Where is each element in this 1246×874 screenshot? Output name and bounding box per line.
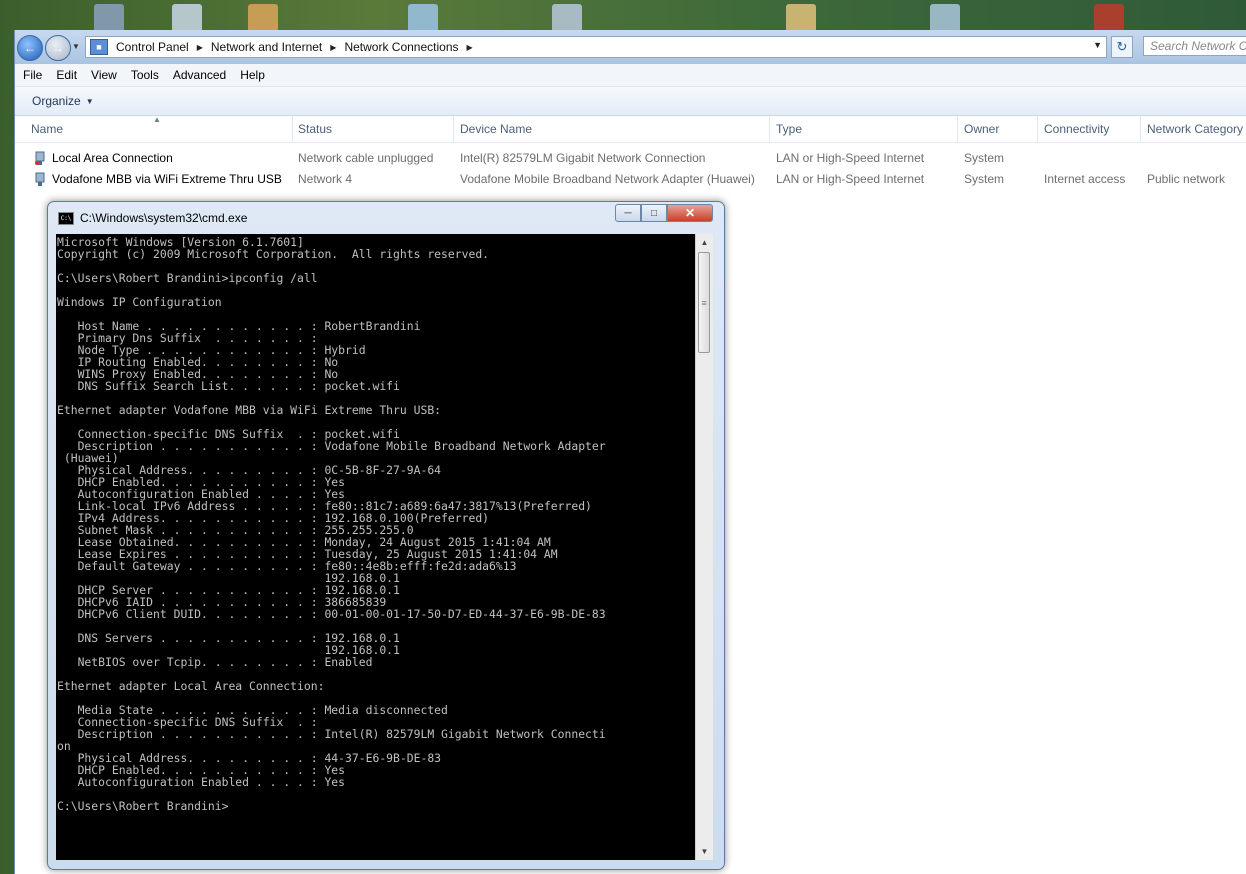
menu-tools[interactable]: Tools <box>131 68 159 82</box>
menu-edit[interactable]: Edit <box>56 68 77 82</box>
column-label: Type <box>776 122 803 136</box>
close-icon: ✕ <box>684 206 696 220</box>
command-bar: Organize ▼ <box>15 87 1246 116</box>
connection-device: Vodafone Mobile Broadband Network Adapte… <box>460 172 755 186</box>
chevron-down-icon: ▼ <box>85 96 94 106</box>
column-label: Owner <box>964 122 1000 136</box>
connection-name: Local Area Connection <box>52 151 173 165</box>
column-label: Connectivity <box>1044 122 1110 136</box>
column-label: Network Category <box>1147 122 1244 136</box>
maximize-icon: □ <box>650 207 658 219</box>
wired-network-icon <box>35 172 45 186</box>
address-toolbar: ← → ▼ ■ Control Panel ▶ Network and Inter… <box>15 30 1246 64</box>
chevron-right-icon[interactable]: ▶ <box>467 43 473 52</box>
breadcrumb-network-and-internet[interactable]: Network and Internet ▶ <box>211 40 337 54</box>
menu-bar: File Edit View Tools Advanced Help <box>15 64 1246 87</box>
address-dropdown-icon[interactable]: ▼ <box>1093 40 1102 50</box>
desktop-icon[interactable] <box>786 4 816 32</box>
back-button[interactable]: ← <box>17 35 43 61</box>
cmd-window: C:\ C:\Windows\system32\cmd.exe ─ □ ✕ Mi… <box>47 201 725 870</box>
cmd-window-title: C:\Windows\system32\cmd.exe <box>80 211 248 225</box>
vertical-scrollbar[interactable]: ▲ ≡ ▼ <box>695 234 713 860</box>
connection-type: LAN or High-Speed Internet <box>776 172 925 186</box>
close-button[interactable]: ✕ <box>667 204 713 222</box>
cmd-icon: C:\ <box>58 211 74 225</box>
desktop-icon[interactable] <box>94 4 124 32</box>
chevron-right-icon[interactable]: ▶ <box>197 43 203 52</box>
connection-connectivity: Internet access <box>1044 172 1126 186</box>
column-label: Name <box>31 122 64 136</box>
breadcrumb-label: Network Connections <box>344 40 459 54</box>
column-header-type[interactable]: Type <box>770 116 958 142</box>
column-header-status[interactable]: Status <box>292 116 454 142</box>
control-panel-icon: ■ <box>90 39 108 55</box>
connection-row[interactable]: Vodafone MBB via WiFi Extreme Thru USB N… <box>15 169 1246 190</box>
organize-button[interactable]: Organize <box>32 94 81 108</box>
scroll-thumb[interactable]: ≡ <box>698 252 710 353</box>
connection-type: LAN or High-Speed Internet <box>776 151 925 165</box>
console-text: Microsoft Windows [Version 6.1.7601] Cop… <box>57 235 606 813</box>
connection-status: Network cable unplugged <box>298 151 434 165</box>
menu-file[interactable]: File <box>23 68 42 82</box>
connection-row[interactable]: Local Area Connection Network cable unpl… <box>15 148 1246 169</box>
breadcrumb-label: Control Panel <box>116 40 189 54</box>
grip-icon: ≡ <box>701 297 707 308</box>
forward-button[interactable]: → <box>45 35 71 61</box>
column-label: Status <box>298 122 333 136</box>
connection-category: Public network <box>1147 172 1226 186</box>
column-header-connectivity[interactable]: Connectivity <box>1038 116 1141 142</box>
desktop-icon[interactable] <box>930 4 960 32</box>
minimize-button[interactable]: ─ <box>615 204 641 222</box>
connection-device: Intel(R) 82579LM Gigabit Network Connect… <box>460 151 706 165</box>
connection-owner: System <box>964 172 1005 186</box>
connection-owner: System <box>964 151 1005 165</box>
breadcrumb-label: Network and Internet <box>210 40 323 54</box>
minimize-icon: ─ <box>624 207 632 219</box>
desktop-icon[interactable] <box>408 4 438 32</box>
address-bar[interactable]: ■ Control Panel ▶ Network and Internet ▶ N… <box>85 36 1107 58</box>
scroll-up-icon[interactable]: ▲ <box>696 234 713 251</box>
refresh-icon: ↻ <box>1116 39 1128 54</box>
back-arrow-icon: ← <box>24 41 36 55</box>
desktop-icon[interactable] <box>248 4 278 32</box>
sort-ascending-icon: ▲ <box>153 115 161 124</box>
menu-help[interactable]: Help <box>240 68 265 82</box>
recent-pages-dropdown[interactable]: ▼ <box>72 42 80 51</box>
scroll-down-icon[interactable]: ▼ <box>696 843 713 860</box>
menu-view[interactable]: View <box>91 68 117 82</box>
connection-name: Vodafone MBB via WiFi Extreme Thru USB <box>52 172 282 186</box>
chevron-right-icon[interactable]: ▶ <box>330 43 336 52</box>
desktop-icon[interactable] <box>1094 4 1124 32</box>
maximize-button[interactable]: □ <box>641 204 667 222</box>
column-header-network-category[interactable]: Network Category <box>1141 116 1246 142</box>
breadcrumb-control-panel[interactable]: Control Panel ▶ <box>116 40 203 54</box>
forward-arrow-icon: → <box>52 41 64 55</box>
column-headers: Name ▲ Status Device Name Type Owner Con… <box>15 115 1246 143</box>
cmd-titlebar[interactable]: C:\ C:\Windows\system32\cmd.exe <box>58 211 247 225</box>
menu-advanced[interactable]: Advanced <box>173 68 226 82</box>
refresh-button[interactable]: ↻ <box>1111 36 1133 58</box>
search-input[interactable]: Search Network Co <box>1143 36 1246 56</box>
desktop-icon[interactable] <box>552 4 582 32</box>
desktop-icon[interactable] <box>172 4 202 32</box>
console-output-area[interactable]: Microsoft Windows [Version 6.1.7601] Cop… <box>56 234 695 860</box>
column-header-device-name[interactable]: Device Name <box>454 116 770 142</box>
column-label: Device Name <box>460 122 533 136</box>
connection-status: Network 4 <box>298 172 353 186</box>
column-header-owner[interactable]: Owner <box>958 116 1038 142</box>
wired-network-icon <box>35 151 45 165</box>
breadcrumb-network-connections[interactable]: Network Connections ▶ <box>344 40 472 54</box>
